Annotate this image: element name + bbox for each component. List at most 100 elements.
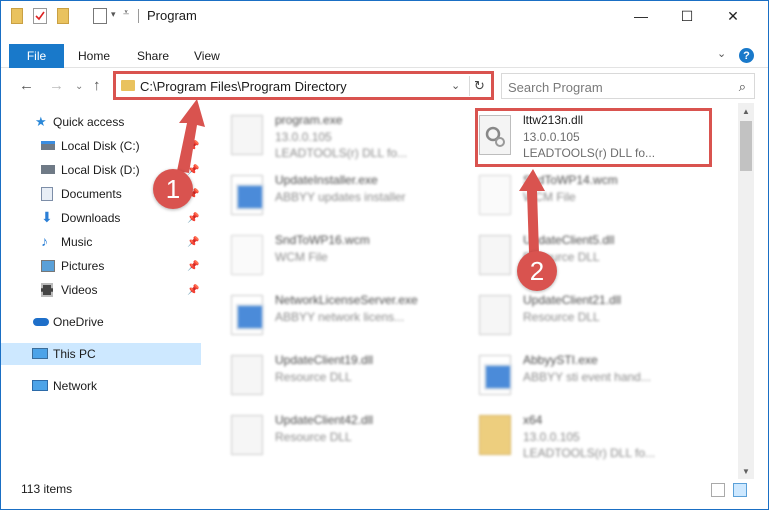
file-detail: Resource DLL: [523, 310, 600, 324]
tab-home[interactable]: Home: [78, 49, 110, 63]
music-icon: ♪: [41, 233, 48, 249]
file-item[interactable]: UpdateInstaller.exe ABBYY updates instal…: [223, 169, 463, 225]
pictures-icon: [41, 260, 55, 272]
file-item[interactable]: NetworkLicenseServer.exe ABBYY network l…: [223, 289, 463, 345]
file-name: NetworkLicenseServer.exe: [275, 293, 418, 307]
scroll-down-icon[interactable]: ▼: [738, 463, 754, 479]
file-item[interactable]: program.exe 13.0.0.105 LEADTOOLS(r) DLL …: [223, 109, 463, 165]
chevron-down-icon[interactable]: ▾: [111, 9, 116, 25]
tab-file[interactable]: File: [9, 44, 64, 68]
vertical-scrollbar[interactable]: ▲ ▼: [738, 103, 754, 479]
file-detail: LEADTOOLS(r) DLL fo...: [523, 446, 656, 460]
file-detail: WCM File: [275, 250, 328, 264]
sidebar-item-label: Network: [53, 379, 98, 393]
documents-icon: [41, 187, 53, 201]
file-detail: ABBYY network licens...: [275, 310, 405, 324]
sidebar-item-this-pc[interactable]: This PC: [1, 343, 201, 365]
sidebar-item-label: Music: [61, 235, 93, 249]
sidebar-item-pictures[interactable]: Pictures 📌: [1, 255, 201, 277]
large-icons-view-icon[interactable]: [733, 483, 747, 497]
pin-icon[interactable]: 📌: [187, 237, 199, 248]
search-box[interactable]: ⌕: [501, 73, 755, 99]
ribbon: File Home Share View ⌄ ?: [1, 44, 768, 68]
step-2-badge: 2: [517, 251, 557, 291]
scroll-thumb[interactable]: [740, 121, 752, 171]
drive-icon: [41, 165, 55, 174]
forward-icon[interactable]: →: [49, 77, 64, 94]
videos-icon: [41, 283, 53, 297]
sidebar-item-downloads[interactable]: ⬇ Downloads 📌: [1, 207, 201, 229]
details-view-icon[interactable]: [711, 483, 725, 497]
pin-icon[interactable]: 📌: [187, 261, 199, 272]
file-item[interactable]: UpdateClient19.dll Resource DLL: [223, 349, 463, 405]
pin-icon[interactable]: 📌: [187, 165, 199, 176]
file-item[interactable]: x64 13.0.0.105 LEADTOOLS(r) DLL fo...: [471, 409, 711, 465]
file-detail: Resource DLL: [275, 370, 352, 384]
folder-icon: [479, 415, 511, 455]
file-detail: 13.0.0.105: [275, 130, 332, 144]
quick-access-menu-icon[interactable]: ⩡: [123, 7, 129, 23]
dll-gear-icon: [479, 295, 511, 335]
new-folder-icon[interactable]: [57, 8, 69, 24]
search-icon[interactable]: ⌕: [739, 79, 746, 95]
sidebar-item-onedrive[interactable]: OneDrive: [1, 311, 201, 333]
back-icon[interactable]: ←: [19, 77, 34, 94]
star-icon: ★: [35, 114, 47, 129]
sidebar-item-label: Local Disk (D:): [61, 163, 140, 177]
dll-gear-icon: [231, 355, 263, 395]
sidebar-item-label: Pictures: [61, 259, 105, 273]
file-detail: ABBYY updates installer: [275, 190, 406, 204]
recent-locations-icon[interactable]: ⌄: [75, 81, 83, 92]
maximize-button[interactable]: ☐: [664, 1, 710, 31]
file-detail: WCM File: [523, 190, 576, 204]
file-item[interactable]: SndToWP14.wcm WCM File: [471, 169, 711, 225]
dll-gear-icon: [479, 235, 511, 275]
scroll-up-icon[interactable]: ▲: [738, 103, 754, 119]
executable-icon: [479, 355, 512, 395]
file-name: UpdateClient19.dll: [275, 353, 374, 367]
executable-icon: [231, 295, 264, 335]
navigation-pane: ★ Quick access Local Disk (C:) 📌 Local D…: [1, 109, 206, 471]
sidebar-item-quick-access[interactable]: ★ Quick access: [1, 111, 201, 133]
minimize-button[interactable]: —: [618, 1, 664, 31]
file-name: UpdateInstaller.exe: [275, 173, 378, 187]
sidebar-item-label: Videos: [61, 283, 98, 297]
sidebar-item-videos[interactable]: Videos 📌: [1, 279, 201, 301]
properties-icon[interactable]: [33, 8, 47, 24]
file-name: program.exe: [275, 113, 343, 127]
search-input[interactable]: [508, 78, 718, 96]
up-icon[interactable]: ↑: [93, 77, 101, 94]
sidebar-item-label: Quick access: [53, 115, 125, 129]
file-detail: Resource DLL: [275, 430, 352, 444]
sidebar-item-label: OneDrive: [53, 315, 104, 329]
file-name: AbbyySTI.exe: [523, 353, 598, 367]
tab-share[interactable]: Share: [137, 49, 169, 63]
file-detail: ABBYY sti event hand...: [523, 370, 651, 384]
cloud-icon: [33, 318, 49, 326]
drive-icon: [41, 141, 55, 150]
status-bar: 113 items: [1, 479, 768, 501]
file-item[interactable]: AbbyySTI.exe ABBYY sti event hand...: [471, 349, 711, 405]
title-bar: ▾ ⩡ Program — ☐ ✕: [1, 1, 768, 31]
file-detail: LEADTOOLS(r) DLL fo...: [275, 146, 408, 160]
file-item[interactable]: SndToWP16.wcm WCM File: [223, 229, 463, 285]
file-item[interactable]: UpdateClient42.dll Resource DLL: [223, 409, 463, 465]
tab-view[interactable]: View: [194, 49, 220, 63]
customize-icon[interactable]: [93, 8, 107, 24]
close-button[interactable]: ✕: [710, 1, 756, 31]
pin-icon[interactable]: 📌: [187, 141, 199, 152]
sidebar-item-network[interactable]: Network: [1, 375, 201, 397]
download-icon: ⬇: [41, 209, 53, 225]
sidebar-item-label: Downloads: [61, 211, 121, 225]
file-name: SndToWP14.wcm: [523, 173, 618, 187]
dll-gear-icon: [231, 415, 263, 455]
sidebar-item-music[interactable]: ♪ Music 📌: [1, 231, 201, 253]
pin-icon[interactable]: 📌: [187, 213, 199, 224]
expand-ribbon-icon[interactable]: ⌄: [717, 47, 731, 61]
help-icon[interactable]: ?: [739, 48, 754, 63]
pin-icon[interactable]: 📌: [187, 285, 199, 296]
file-item[interactable]: UpdateClient5.dll Resource DLL: [471, 229, 711, 285]
file-item[interactable]: UpdateClient21.dll Resource DLL: [471, 289, 711, 345]
explorer-window: ▾ ⩡ Program — ☐ ✕ File Home Share View ⌄…: [0, 0, 769, 510]
sidebar-item-local-disk-c[interactable]: Local Disk (C:) 📌: [1, 135, 201, 157]
